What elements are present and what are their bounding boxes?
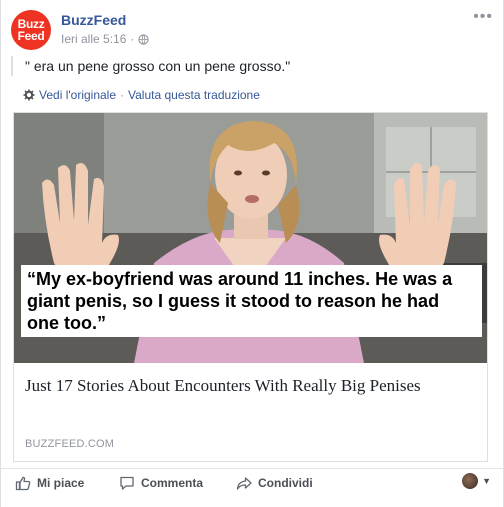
post-meta: Ieri alle 5:16 · (61, 32, 150, 46)
globe-icon (138, 33, 150, 45)
translation-separator: · (120, 88, 125, 102)
meta-separator: · (130, 32, 135, 46)
post-text: " era un pene grosso con un pene grosso.… (11, 56, 495, 76)
share-button[interactable]: Condividi (236, 475, 313, 491)
reaction-identity-selector[interactable]: ▼ (462, 473, 491, 489)
rate-translation-link[interactable]: Valuta questa traduzione (128, 88, 260, 102)
card-image[interactable]: “My ex-boyfriend was around 11 inches. H… (14, 113, 487, 363)
action-bar: Mi piace Commenta Condividi ▼ (1, 468, 503, 496)
comment-button[interactable]: Commenta (119, 475, 203, 491)
card-title[interactable]: Just 17 Stories About Encounters With Re… (25, 375, 465, 397)
comment-label: Commenta (141, 476, 204, 490)
facebook-post: Buzz Feed BuzzFeed Ieri alle 5:16 · ••• … (0, 0, 504, 507)
thumbs-up-icon (15, 476, 31, 491)
post-header: Buzz Feed BuzzFeed Ieri alle 5:16 · ••• (11, 9, 493, 50)
more-options-button[interactable]: ••• (473, 9, 493, 25)
translation-bar: Vedi l'originale · Valuta questa traduzi… (23, 88, 260, 102)
image-caption: “My ex-boyfriend was around 11 inches. H… (21, 265, 482, 337)
page-avatar[interactable]: Buzz Feed (11, 10, 51, 50)
like-button[interactable]: Mi piace (15, 475, 84, 491)
like-label: Mi piace (37, 476, 85, 490)
share-icon (236, 477, 252, 490)
see-original-link[interactable]: Vedi l'originale (39, 88, 116, 102)
comment-icon (120, 476, 134, 490)
user-avatar (462, 473, 479, 489)
gear-icon (23, 89, 35, 101)
avatar-text-line2: Feed (17, 29, 45, 43)
link-preview-card[interactable]: “My ex-boyfriend was around 11 inches. H… (13, 112, 488, 462)
caret-down-icon: ▼ (482, 476, 491, 486)
page-name-link[interactable]: BuzzFeed (61, 12, 126, 28)
post-timestamp[interactable]: Ieri alle 5:16 (61, 32, 126, 46)
share-label: Condividi (258, 476, 313, 490)
card-domain: BUZZFEED.COM (25, 438, 115, 450)
